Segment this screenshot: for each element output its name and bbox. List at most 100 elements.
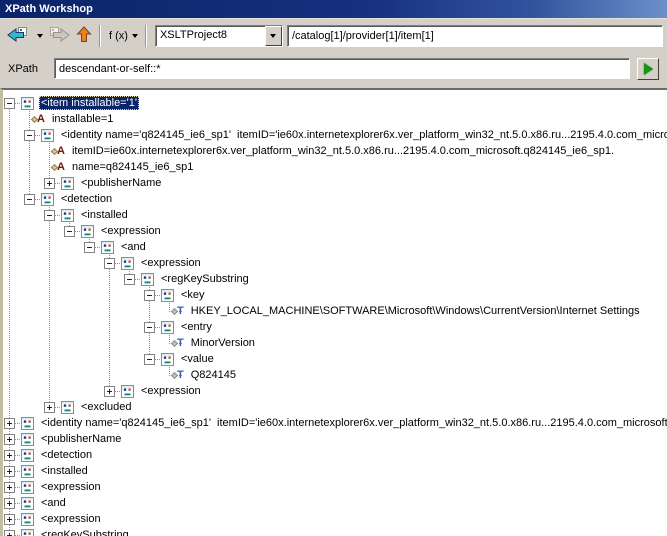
expand-plus-toggle[interactable] xyxy=(4,417,15,429)
tree-node-label[interactable]: <installed xyxy=(39,464,90,478)
project-combobox-dropdown-button[interactable] xyxy=(264,26,282,46)
tree-node-label[interactable]: MinorVersion xyxy=(189,336,257,350)
tree-node[interactable]: <installed xyxy=(3,207,667,223)
tree-node-label[interactable]: <entry xyxy=(179,320,214,334)
tree-node-label[interactable]: Q824145 xyxy=(189,368,238,382)
tree-node-label[interactable]: <detection xyxy=(39,448,94,462)
tree-node[interactable]: <detection xyxy=(3,447,667,463)
tree-node-label[interactable]: <expression xyxy=(99,224,163,238)
collapse-minus-toggle[interactable] xyxy=(44,209,55,221)
tree-node-label[interactable]: <excluded xyxy=(79,400,133,414)
navigate-back-button[interactable] xyxy=(4,24,31,48)
collapse-minus-toggle[interactable] xyxy=(144,353,155,365)
context-path-input[interactable] xyxy=(286,25,663,47)
tree-node-label[interactable]: <regKeySubstring xyxy=(39,528,131,536)
expand-plus-toggle[interactable] xyxy=(44,177,55,189)
tree-node[interactable]: <expression xyxy=(3,479,667,495)
tree-guide-line xyxy=(9,255,10,271)
tree-node-label[interactable]: <identity name='q824145_ie6_sp1' itemID=… xyxy=(59,128,667,142)
tree-node[interactable]: <expression xyxy=(3,383,667,399)
tree-node[interactable]: <and xyxy=(3,495,667,511)
collapse-minus-toggle[interactable] xyxy=(64,225,75,237)
tree-node[interactable]: <publisherName xyxy=(3,175,667,191)
expand-plus-toggle[interactable] xyxy=(104,385,115,397)
expand-plus-toggle[interactable] xyxy=(4,481,15,493)
tree-node[interactable]: T Q824145 xyxy=(3,367,667,383)
tree-guide-line xyxy=(149,303,150,319)
expand-plus-toggle[interactable] xyxy=(4,433,15,445)
tree-node[interactable]: <regKeySubstring xyxy=(3,271,667,287)
collapse-minus-toggle[interactable] xyxy=(144,321,155,333)
tree-node-label[interactable]: <expression xyxy=(139,256,203,270)
expand-plus-toggle[interactable] xyxy=(4,449,15,461)
tree-node[interactable]: <expression xyxy=(3,223,667,239)
tree-guide-line xyxy=(109,319,110,335)
project-combobox[interactable]: XSLTProject8 xyxy=(154,25,283,47)
expand-plus-toggle[interactable] xyxy=(4,465,15,477)
tree-node[interactable]: T HKEY_LOCAL_MACHINE\SOFTWARE\Microsoft\W… xyxy=(3,303,667,319)
tree-node-label[interactable]: <publisherName xyxy=(39,432,123,446)
tree-node-label[interactable]: <key xyxy=(179,288,207,302)
function-dropdown-button[interactable]: f (x) xyxy=(105,24,141,48)
collapse-minus-toggle[interactable] xyxy=(24,129,35,141)
tree-node[interactable]: AitemID=ie60x.internetexplorer6x.ver_pla… xyxy=(3,143,667,159)
tree-guide-line xyxy=(49,383,50,399)
expand-plus-toggle[interactable] xyxy=(4,513,15,525)
back-history-dropdown-button[interactable] xyxy=(31,24,46,48)
tree-node-label[interactable]: <and xyxy=(39,496,68,510)
up-one-level-icon xyxy=(76,26,92,46)
tree-guide-line xyxy=(49,351,50,367)
run-xpath-button[interactable] xyxy=(637,57,659,80)
tree-node-label[interactable]: <and xyxy=(119,240,148,254)
tree-guide-line xyxy=(9,335,10,351)
tree-node-label[interactable]: HKEY_LOCAL_MACHINE\SOFTWARE\Microsoft\Wi… xyxy=(189,304,642,318)
tree-node-label[interactable]: itemID=ie60x.internetexplorer6x.ver_plat… xyxy=(70,144,616,158)
tree-node[interactable]: <and xyxy=(3,239,667,255)
expand-plus-toggle[interactable] xyxy=(4,497,15,509)
function-button-label: f (x) xyxy=(109,30,128,42)
expand-plus-toggle[interactable] xyxy=(44,401,55,413)
tree-node-label[interactable]: <value xyxy=(179,352,216,366)
tree-node[interactable]: <entry xyxy=(3,319,667,335)
tree-node-label[interactable]: <installed xyxy=(79,208,130,222)
collapse-minus-toggle[interactable] xyxy=(4,97,15,109)
tree-node-label[interactable]: <item installable='1' xyxy=(39,96,139,110)
collapse-minus-toggle[interactable] xyxy=(124,273,135,285)
collapse-minus-toggle[interactable] xyxy=(84,241,95,253)
collapse-minus-toggle[interactable] xyxy=(24,193,35,205)
element-icon xyxy=(21,416,34,430)
navigate-forward-button[interactable] xyxy=(46,24,73,48)
xpath-query-input[interactable] xyxy=(54,58,630,79)
tree-node[interactable]: <publisherName xyxy=(3,431,667,447)
tree-node[interactable]: T MinorVersion xyxy=(3,335,667,351)
tree-node[interactable]: <identity name='q824145_ie6_sp1' itemID=… xyxy=(3,127,667,143)
tree-node[interactable]: Ainstallable=1 xyxy=(3,111,667,127)
tree-node[interactable]: <expression xyxy=(3,511,667,527)
tree-node[interactable]: <detection xyxy=(3,191,667,207)
tree-node-label[interactable]: <publisherName xyxy=(79,176,163,190)
collapse-minus-toggle[interactable] xyxy=(104,257,115,269)
collapse-minus-toggle[interactable] xyxy=(144,289,155,301)
tree-node-label[interactable]: <expression xyxy=(39,480,103,494)
tree-node-label[interactable]: <regKeySubstring xyxy=(159,272,251,286)
tree-node[interactable]: <key xyxy=(3,287,667,303)
tree-node[interactable]: <excluded xyxy=(3,399,667,415)
tree-guide-line xyxy=(9,271,10,287)
expand-plus-toggle[interactable] xyxy=(4,529,15,536)
tree-node-label[interactable]: installable=1 xyxy=(50,112,115,126)
tree-node[interactable]: <value xyxy=(3,351,667,367)
up-one-level-button[interactable] xyxy=(73,24,95,48)
element-icon xyxy=(41,192,54,206)
tree-node-label[interactable]: <detection xyxy=(59,192,114,206)
xml-tree: <item installable='1' Ainstallable=1 <iden… xyxy=(0,88,667,536)
tree-node-label[interactable]: <identity name='q824145_ie6_sp1' itemID=… xyxy=(39,416,667,430)
tree-node-label[interactable]: name=q824145_ie6_sp1 xyxy=(70,160,195,174)
tree-node[interactable]: Aname=q824145_ie6_sp1 xyxy=(3,159,667,175)
tree-node[interactable]: <expression xyxy=(3,255,667,271)
tree-node[interactable]: <identity name='q824145_ie6_sp1' itemID=… xyxy=(3,415,667,431)
tree-node-label[interactable]: <expression xyxy=(39,512,103,526)
tree-node[interactable]: <installed xyxy=(3,463,667,479)
tree-node[interactable]: <regKeySubstring xyxy=(3,527,667,536)
tree-node[interactable]: <item installable='1' xyxy=(3,95,667,111)
tree-node-label[interactable]: <expression xyxy=(139,384,203,398)
